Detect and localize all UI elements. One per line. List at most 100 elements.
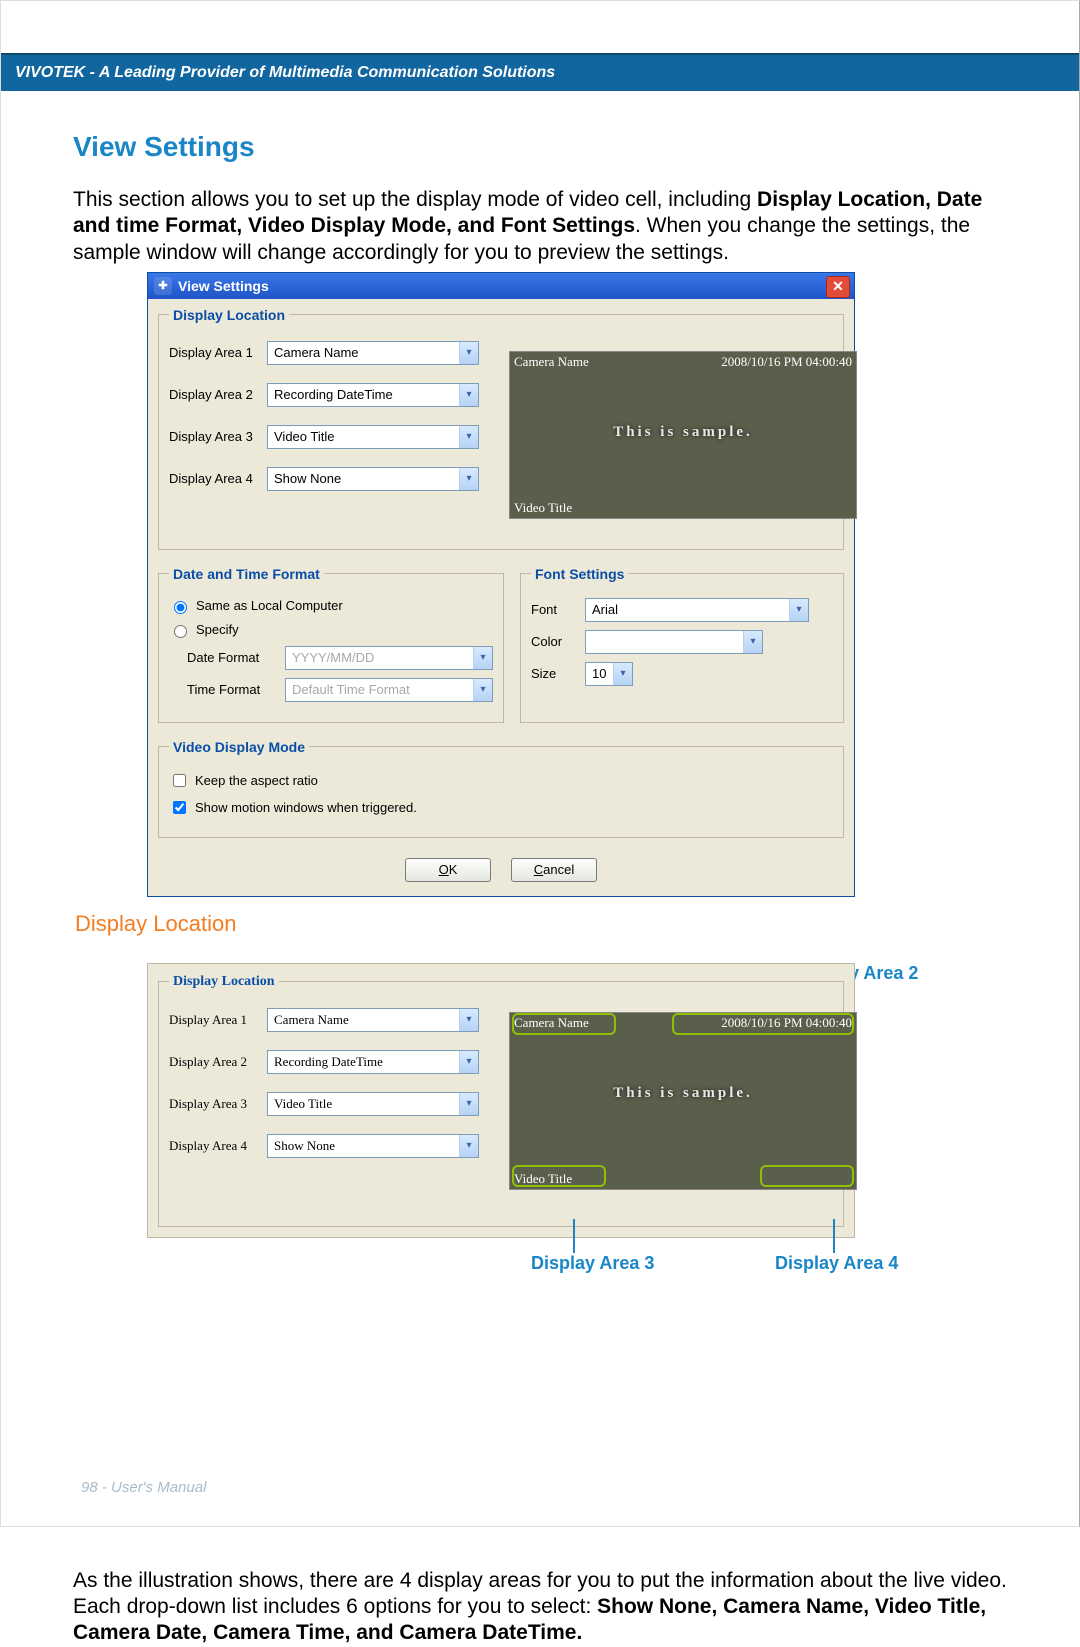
chevron-down-icon: ▾ <box>459 1135 478 1157</box>
chk-keep-aspect-label: Keep the aspect ratio <box>195 773 318 788</box>
preview-topleft2: Camera Name <box>514 1015 589 1031</box>
area3-label2: Display Area 3 <box>169 1096 267 1112</box>
font-value: Arial <box>592 602 618 617</box>
chevron-down-icon: ▾ <box>473 647 492 669</box>
ok-button[interactable]: OK <box>405 858 491 882</box>
leader-line <box>573 1219 575 1253</box>
area4-combo[interactable]: Show None ▾ <box>267 467 479 491</box>
radio-specify-label: Specify <box>196 622 239 637</box>
chevron-down-icon: ▾ <box>789 599 808 621</box>
video-mode-group: Video Display Mode Keep the aspect ratio… <box>158 739 844 838</box>
area4-label2: Display Area 4 <box>169 1138 267 1154</box>
chevron-down-icon: ▾ <box>613 663 632 685</box>
chk-keep-aspect[interactable]: Keep the aspect ratio <box>169 771 833 790</box>
time-format-combo: Default Time Format ▾ <box>285 678 493 702</box>
chevron-down-icon: ▾ <box>459 426 478 448</box>
area3-combo2[interactable]: Video Title ▾ <box>267 1092 479 1116</box>
area1-label: Display Area 1 <box>169 345 267 360</box>
time-format-label: Time Format <box>187 682 273 697</box>
preview-watermark: This is sample. <box>510 424 856 441</box>
display-location-legend: Display Location <box>169 307 289 323</box>
area1-value2: Camera Name <box>274 1012 349 1028</box>
cancel-button[interactable]: Cancel <box>511 858 597 882</box>
leader-line <box>833 1219 835 1253</box>
area2-label2: Display Area 2 <box>169 1054 267 1070</box>
intro-paragraph: This section allows you to set up the di… <box>73 187 1019 266</box>
date-format-combo: YYYY/MM/DD ▾ <box>285 646 493 670</box>
chevron-down-icon: ▾ <box>459 1051 478 1073</box>
view-settings-dialog: ✚ View Settings ✕ Display Location Displ… <box>147 272 855 897</box>
area4-value2: Show None <box>274 1138 335 1154</box>
color-combo[interactable]: ▾ <box>585 630 763 654</box>
size-value: 10 <box>592 666 606 681</box>
area1-label2: Display Area 1 <box>169 1012 267 1028</box>
area1-combo2[interactable]: Camera Name ▾ <box>267 1008 479 1032</box>
area2-value2: Recording DateTime <box>274 1054 383 1070</box>
ann-area3: Display Area 3 <box>531 1253 654 1274</box>
video-mode-legend: Video Display Mode <box>169 739 309 755</box>
radio-same-input[interactable] <box>174 601 187 614</box>
radio-specify[interactable]: Specify <box>169 622 493 638</box>
datetime-group: Date and Time Format Same as Local Compu… <box>158 566 504 723</box>
date-format-label: Date Format <box>187 650 273 665</box>
area3-value2: Video Title <box>274 1096 332 1112</box>
display-location-legend2: Display Location <box>169 974 279 990</box>
datetime-legend: Date and Time Format <box>169 566 324 582</box>
intro-pre: This section allows you to set up the di… <box>73 188 757 211</box>
area4-label: Display Area 4 <box>169 471 267 486</box>
area3-label: Display Area 3 <box>169 429 267 444</box>
dialog-icon: ✚ <box>154 277 172 295</box>
chevron-down-icon: ▾ <box>459 468 478 490</box>
time-format-value: Default Time Format <box>292 682 410 697</box>
area2-value: Recording DateTime <box>274 387 393 402</box>
area3-combo[interactable]: Video Title ▾ <box>267 425 479 449</box>
preview-bottomleft2: Video Title <box>514 1171 572 1187</box>
area2-label: Display Area 2 <box>169 387 267 402</box>
chk-show-motion[interactable]: Show motion windows when triggered. <box>169 798 833 817</box>
chevron-down-icon: ▾ <box>459 384 478 406</box>
doc-header: VIVOTEK - A Leading Provider of Multimed… <box>1 55 1079 91</box>
closing-paragraph: As the illustration shows, there are 4 d… <box>73 1568 1019 1647</box>
date-format-value: YYYY/MM/DD <box>292 650 374 665</box>
area2-combo2[interactable]: Recording DateTime ▾ <box>267 1050 479 1074</box>
chevron-down-icon: ▾ <box>459 342 478 364</box>
chevron-down-icon: ▾ <box>743 631 762 653</box>
color-label: Color <box>531 634 573 649</box>
chevron-down-icon: ▾ <box>459 1093 478 1115</box>
chk-show-motion-input[interactable] <box>173 801 186 814</box>
radio-same[interactable]: Same as Local Computer <box>169 598 493 614</box>
display-location-panel: Display Location Display Area 1 Camera N… <box>147 963 855 1238</box>
chevron-down-icon: ▾ <box>459 1009 478 1031</box>
display-location-subhead: Display Location <box>75 911 1019 937</box>
radio-same-label: Same as Local Computer <box>196 598 343 613</box>
area1-combo[interactable]: Camera Name ▾ <box>267 341 479 365</box>
preview-topleft: Camera Name <box>514 354 589 370</box>
font-combo[interactable]: Arial ▾ <box>585 598 809 622</box>
font-group: Font Settings Font Arial ▾ Color ▾ Size 1… <box>520 566 844 723</box>
preview-pane2: Camera Name 2008/10/16 PM 04:00:40 Video… <box>509 1012 857 1190</box>
preview-pane: Camera Name 2008/10/16 PM 04:00:40 Video… <box>509 351 857 519</box>
dialog-titlebar: ✚ View Settings ✕ <box>148 273 854 299</box>
preview-bottomleft: Video Title <box>514 500 572 516</box>
size-label: Size <box>531 666 573 681</box>
chk-keep-aspect-input[interactable] <box>173 774 186 787</box>
area2-combo[interactable]: Recording DateTime ▾ <box>267 383 479 407</box>
chk-show-motion-label: Show motion windows when triggered. <box>195 800 417 815</box>
display-location-group: Display Location Display Area 1 Camera N… <box>158 307 844 550</box>
radio-specify-input[interactable] <box>174 625 187 638</box>
size-combo[interactable]: 10 ▾ <box>585 662 633 686</box>
chevron-down-icon: ▾ <box>473 679 492 701</box>
close-icon[interactable]: ✕ <box>826 276 850 298</box>
ann-area4: Display Area 4 <box>775 1253 898 1274</box>
font-label: Font <box>531 602 573 617</box>
area4-combo2[interactable]: Show None ▾ <box>267 1134 479 1158</box>
area3-value: Video Title <box>274 429 334 444</box>
area1-value: Camera Name <box>274 345 359 360</box>
area4-value: Show None <box>274 471 341 486</box>
preview-topright: 2008/10/16 PM 04:00:40 <box>721 354 852 370</box>
preview-watermark2: This is sample. <box>510 1085 856 1102</box>
preview-topright2: 2008/10/16 PM 04:00:40 <box>721 1015 852 1031</box>
font-legend: Font Settings <box>531 566 628 582</box>
page-title: View Settings <box>73 131 1019 163</box>
dialog-title: View Settings <box>178 278 269 294</box>
